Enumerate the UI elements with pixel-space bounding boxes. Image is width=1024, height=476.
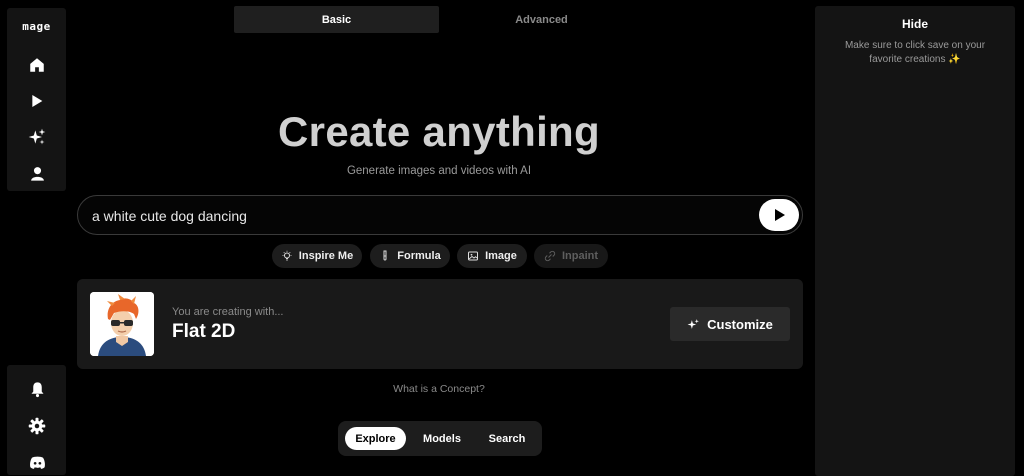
bell-icon[interactable] [26, 378, 48, 400]
sparkles-icon[interactable] [26, 126, 48, 148]
inspire-me-button[interactable]: Inspire Me [272, 244, 362, 268]
concept-avatar [90, 292, 154, 356]
concept-label: You are creating with... [172, 306, 284, 318]
app-logo[interactable]: mage [7, 20, 66, 33]
concept-card: You are creating with... Flat 2D Customi… [77, 279, 803, 369]
customize-label: Customize [707, 316, 773, 332]
what-is-concept-link[interactable]: What is a Concept? [234, 383, 644, 395]
sparkles-icon [687, 318, 700, 329]
prompt-bar [77, 195, 803, 235]
prompt-input[interactable] [90, 205, 754, 227]
sidebar-nav: mage [7, 8, 66, 191]
tab-advanced[interactable]: Advanced [439, 6, 644, 33]
link-icon [544, 250, 556, 262]
chip-label: Formula [397, 250, 441, 262]
image-button[interactable]: Image [457, 244, 527, 268]
discord-icon[interactable] [26, 451, 48, 473]
play-icon[interactable] [26, 90, 48, 112]
tab-basic[interactable]: Basic [234, 6, 439, 33]
page-title: Create anything [278, 108, 600, 155]
lightbulb-icon [282, 250, 292, 261]
concept-name: Flat 2D [172, 321, 236, 342]
formula-button[interactable]: Formula [370, 244, 450, 268]
generate-button[interactable] [759, 199, 799, 231]
user-icon[interactable] [26, 162, 48, 184]
home-icon[interactable] [26, 54, 48, 76]
panel-note: Make sure to click save on your favorite… [844, 40, 986, 65]
chip-label: Inspire Me [298, 250, 354, 262]
gear-icon[interactable] [26, 415, 48, 437]
image-icon [468, 251, 479, 261]
page-subtitle: Generate images and videos with AI [346, 165, 532, 177]
tab-explore[interactable]: Explore [345, 427, 406, 450]
chip-label: Inpaint [561, 250, 599, 262]
sidebar-utilities [7, 365, 66, 475]
saved-creations-panel: Hide Make sure to click save on your fav… [815, 6, 1015, 476]
hide-panel-button[interactable]: Hide [815, 17, 1015, 31]
test-tube-icon [383, 250, 387, 261]
customize-button[interactable]: Customize [670, 307, 790, 341]
tab-search[interactable]: Search [477, 427, 537, 450]
inpaint-button[interactable]: Inpaint [534, 244, 608, 268]
bottom-tabs: Explore Models Search [338, 421, 542, 456]
chip-label: Image [485, 250, 517, 262]
mode-tabs: Basic Advanced [234, 6, 644, 33]
tab-models[interactable]: Models [412, 427, 472, 450]
play-icon [775, 209, 785, 221]
